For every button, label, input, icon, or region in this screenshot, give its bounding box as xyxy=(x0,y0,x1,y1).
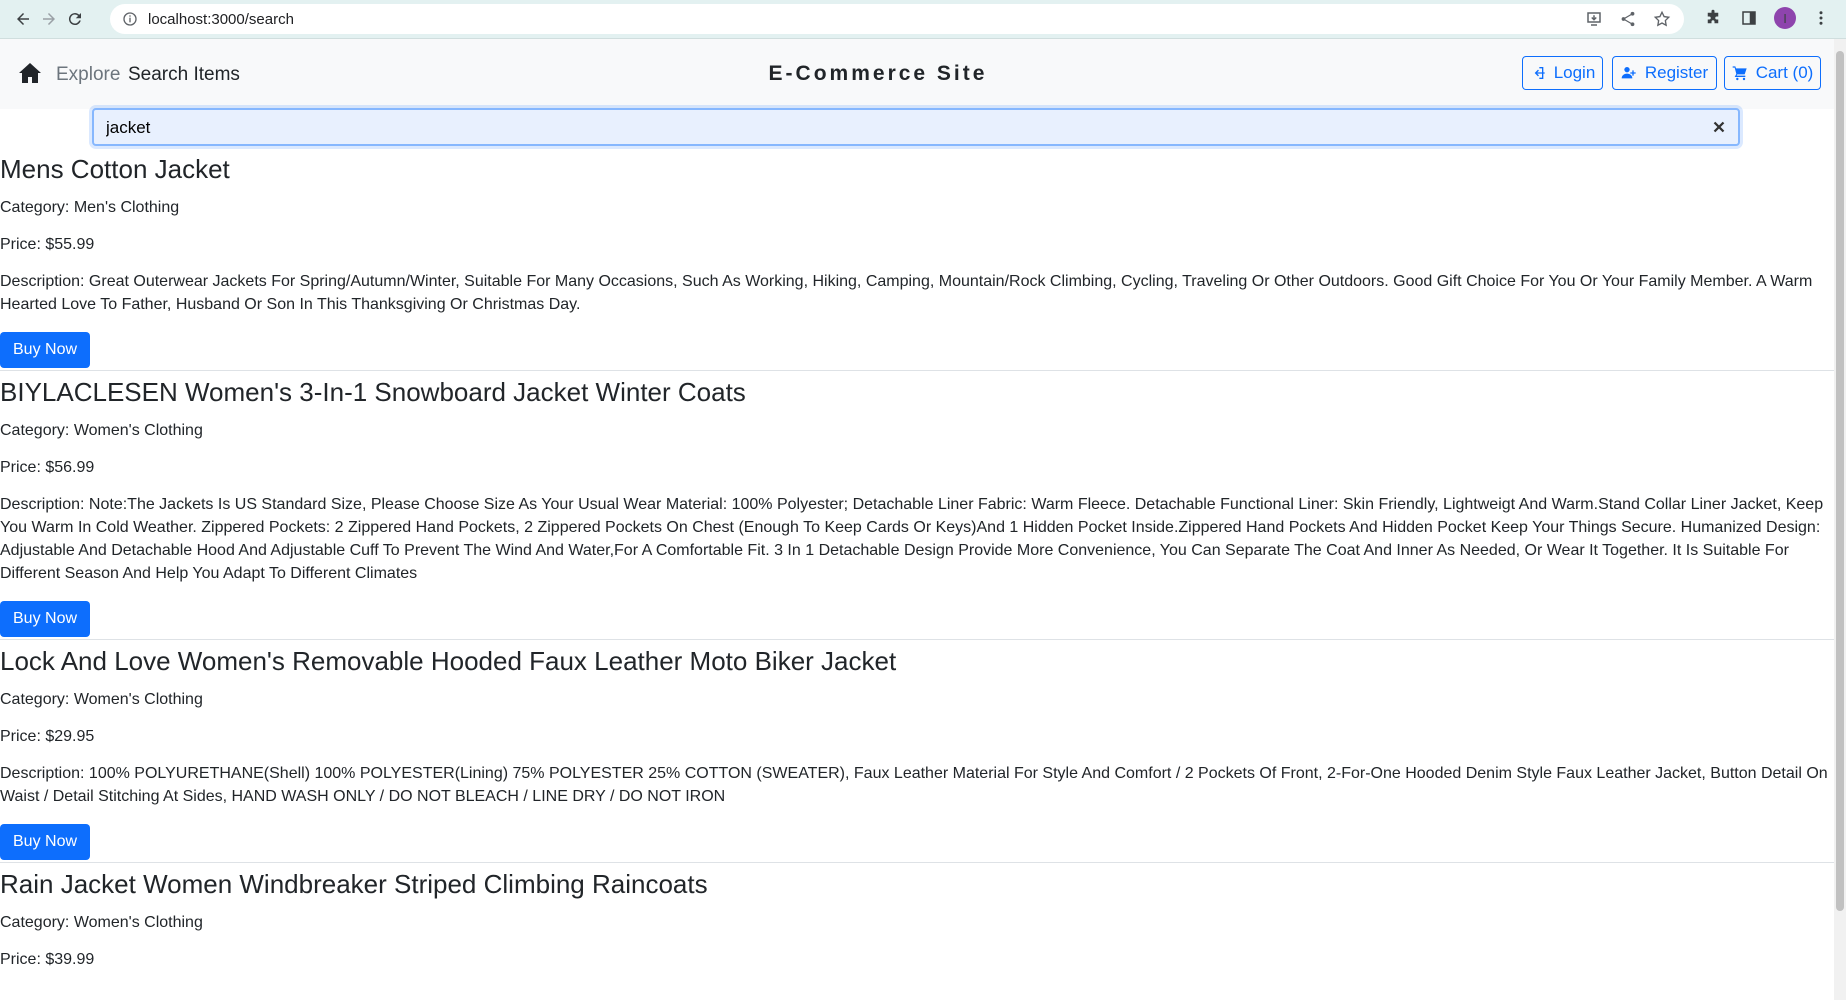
url-text: localhost:3000/search xyxy=(148,10,294,28)
back-arrow-icon[interactable] xyxy=(10,6,36,32)
shopping-cart-icon xyxy=(1732,66,1747,81)
browser-toolbar: localhost:3000/search I xyxy=(0,0,1846,39)
cart-button[interactable]: Cart (0) xyxy=(1724,56,1821,90)
buy-now-button[interactable]: Buy Now xyxy=(0,601,91,637)
extensions-puzzle-icon[interactable] xyxy=(1702,7,1724,29)
reload-icon[interactable] xyxy=(62,6,88,32)
scrollbar-thumb[interactable] xyxy=(1836,51,1844,911)
product-category: Category: Women's Clothing xyxy=(0,914,203,931)
product-description: Description: 100% POLYURETHANE(Shell) 10… xyxy=(0,765,1828,805)
page-scrollbar[interactable] xyxy=(1834,39,1846,1000)
product-title: Lock And Love Women's Removable Hooded F… xyxy=(0,646,897,676)
product-title: Rain Jacket Women Windbreaker Striped Cl… xyxy=(0,869,708,899)
register-button[interactable]: Register xyxy=(1612,56,1717,90)
product-title: Mens Cotton Jacket xyxy=(0,154,230,184)
product-price: Price: $29.95 xyxy=(0,728,95,745)
product-price: Price: $56.99 xyxy=(0,459,95,476)
product-category: Category: Men's Clothing xyxy=(0,199,180,216)
brand-title: E-Commerce Site xyxy=(768,62,988,85)
sign-in-icon xyxy=(1534,67,1545,79)
forward-arrow-icon[interactable] xyxy=(36,6,62,32)
product-result: Lock And Love Women's Removable Hooded F… xyxy=(0,640,1834,863)
side-panel-icon[interactable] xyxy=(1738,7,1760,29)
product-description: Description: Great Outerwear Jackets For… xyxy=(0,273,1813,313)
search-input[interactable] xyxy=(104,110,1688,146)
share-icon[interactable] xyxy=(1618,9,1638,29)
product-price: Price: $39.99 xyxy=(0,951,95,968)
site-navbar: Explore Search Items E-Commerce Site Log… xyxy=(0,39,1834,109)
product-result: BIYLACLESEN Women's 3-In-1 Snowboard Jac… xyxy=(0,371,1834,640)
bookmark-star-icon[interactable] xyxy=(1652,9,1672,29)
search-box xyxy=(92,108,1740,146)
install-icon[interactable] xyxy=(1584,9,1604,29)
buy-now-button[interactable]: Buy Now xyxy=(0,824,91,860)
login-button[interactable]: Login xyxy=(1522,56,1603,90)
product-price: Price: $55.99 xyxy=(0,236,95,253)
product-title: BIYLACLESEN Women's 3-In-1 Snowboard Jac… xyxy=(0,377,746,407)
search-results: Mens Cotton Jacket Category: Men's Cloth… xyxy=(0,148,1834,973)
product-description: Description: Note:The Jackets Is US Stan… xyxy=(0,496,1824,582)
profile-avatar[interactable]: I xyxy=(1774,7,1796,29)
product-category: Category: Women's Clothing xyxy=(0,691,203,708)
product-result: Mens Cotton Jacket Category: Men's Cloth… xyxy=(0,148,1834,371)
product-result: Rain Jacket Women Windbreaker Striped Cl… xyxy=(0,863,1834,973)
more-menu-icon[interactable] xyxy=(1810,7,1832,29)
user-plus-icon xyxy=(1621,67,1636,79)
info-icon[interactable] xyxy=(122,11,138,27)
product-category: Category: Women's Clothing xyxy=(0,422,203,439)
clear-search-icon[interactable] xyxy=(1710,118,1728,136)
buy-now-button[interactable]: Buy Now xyxy=(0,332,91,368)
address-bar[interactable]: localhost:3000/search xyxy=(110,4,1684,34)
